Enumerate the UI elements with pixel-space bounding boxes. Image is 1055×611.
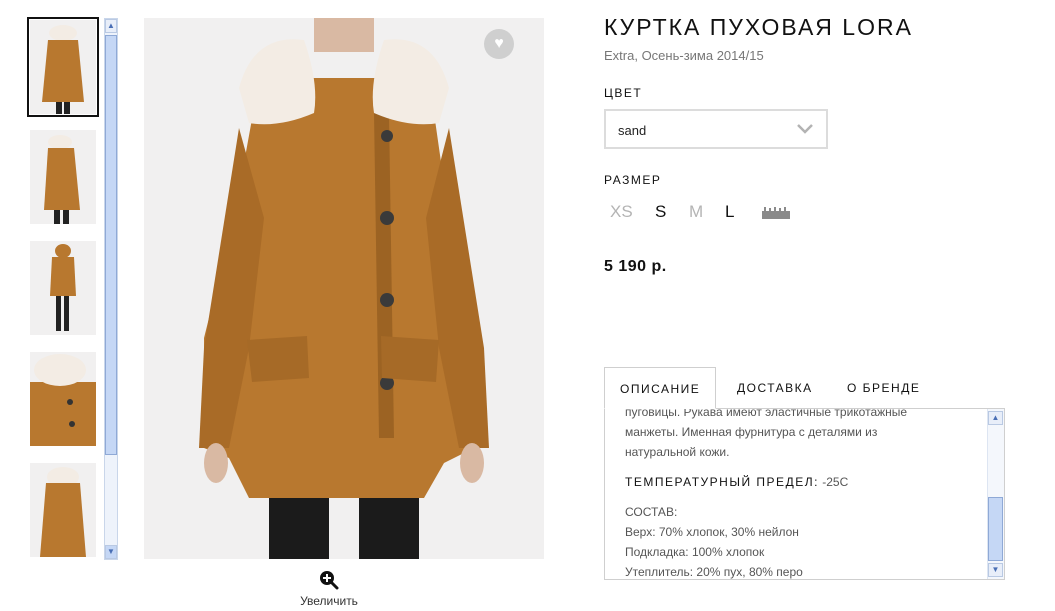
thumbnail-3[interactable] xyxy=(30,241,96,335)
composition-line: Утеплитель: 20% пух, 80% перо xyxy=(625,565,803,579)
product-title: КУРТКА ПУХОВАЯ LORA xyxy=(604,14,913,40)
size-label: РАЗМЕР xyxy=(604,173,662,187)
tab-delivery[interactable]: ДОСТАВКА xyxy=(737,367,813,409)
thumbnail-2[interactable] xyxy=(30,130,96,224)
scrollbar-thumb[interactable] xyxy=(988,497,1003,561)
color-select-value: sand xyxy=(618,123,647,138)
size-option-xs: XS xyxy=(610,202,633,221)
description-line: пуговицы. Рукава имеют эластичные трикот… xyxy=(625,408,908,419)
main-product-image[interactable] xyxy=(144,18,544,559)
zoom-button[interactable]: Увеличить xyxy=(290,570,368,610)
thumbnail-4[interactable] xyxy=(30,352,96,446)
scroll-down-button[interactable]: ▼ xyxy=(988,563,1003,577)
scroll-up-button[interactable]: ▲ xyxy=(988,411,1003,425)
zoom-in-icon xyxy=(320,571,339,590)
description-scrollbar[interactable]: ▲ ▼ xyxy=(987,409,1004,579)
composition-line: Верх: 70% хлопок, 30% нейлон xyxy=(625,525,799,539)
thumbnail-5[interactable] xyxy=(30,463,96,557)
heart-icon: ♥ xyxy=(494,35,504,52)
thumbnail-gallery: ▲ ▼ xyxy=(27,17,120,560)
product-price: 5 190 р. xyxy=(604,258,667,275)
tab-brand[interactable]: О БРЕНДЕ xyxy=(847,367,920,409)
color-select[interactable]: sand xyxy=(604,109,828,149)
size-option-s[interactable]: S xyxy=(655,202,666,222)
zoom-label: Увеличить xyxy=(300,594,358,608)
favorite-button[interactable]: ♥ xyxy=(484,29,514,59)
description-line: натуральной кожи. xyxy=(625,445,730,459)
ruler-icon[interactable] xyxy=(762,207,790,219)
chevron-down-icon xyxy=(797,124,813,134)
size-option-m: M xyxy=(689,202,704,221)
temperature-label: ТЕМПЕРАТУРНЫЙ ПРЕДЕЛ: xyxy=(625,475,819,489)
tab-description[interactable]: ОПИСАНИЕ xyxy=(604,367,717,409)
description-content: пуговицы. Рукава имеют эластичные трикот… xyxy=(625,408,975,579)
scroll-down-button[interactable]: ▼ xyxy=(105,545,117,559)
product-subtitle: Extra, Осень-зима 2014/15 xyxy=(604,48,764,63)
composition-line: Подкладка: 100% хлопок xyxy=(625,545,765,559)
size-option-l[interactable]: L xyxy=(725,202,734,222)
description-panel[interactable]: пуговицы. Рукава имеют эластичные трикот… xyxy=(604,408,1005,580)
thumbnail-1[interactable] xyxy=(27,17,99,117)
scroll-up-button[interactable]: ▲ xyxy=(105,19,117,33)
temperature-value: -25C xyxy=(822,475,849,489)
composition-title: СОСТАВ: xyxy=(625,505,678,519)
scrollbar-thumb[interactable] xyxy=(105,35,117,455)
thumbnail-scrollbar[interactable]: ▲ ▼ xyxy=(104,18,118,560)
temperature-row: ТЕМПЕРАТУРНЫЙ ПРЕДЕЛ: -25C xyxy=(625,472,975,492)
color-label: ЦВЕТ xyxy=(604,86,643,100)
description-line: манжеты. Именная фурнитура с деталями из xyxy=(625,425,878,439)
